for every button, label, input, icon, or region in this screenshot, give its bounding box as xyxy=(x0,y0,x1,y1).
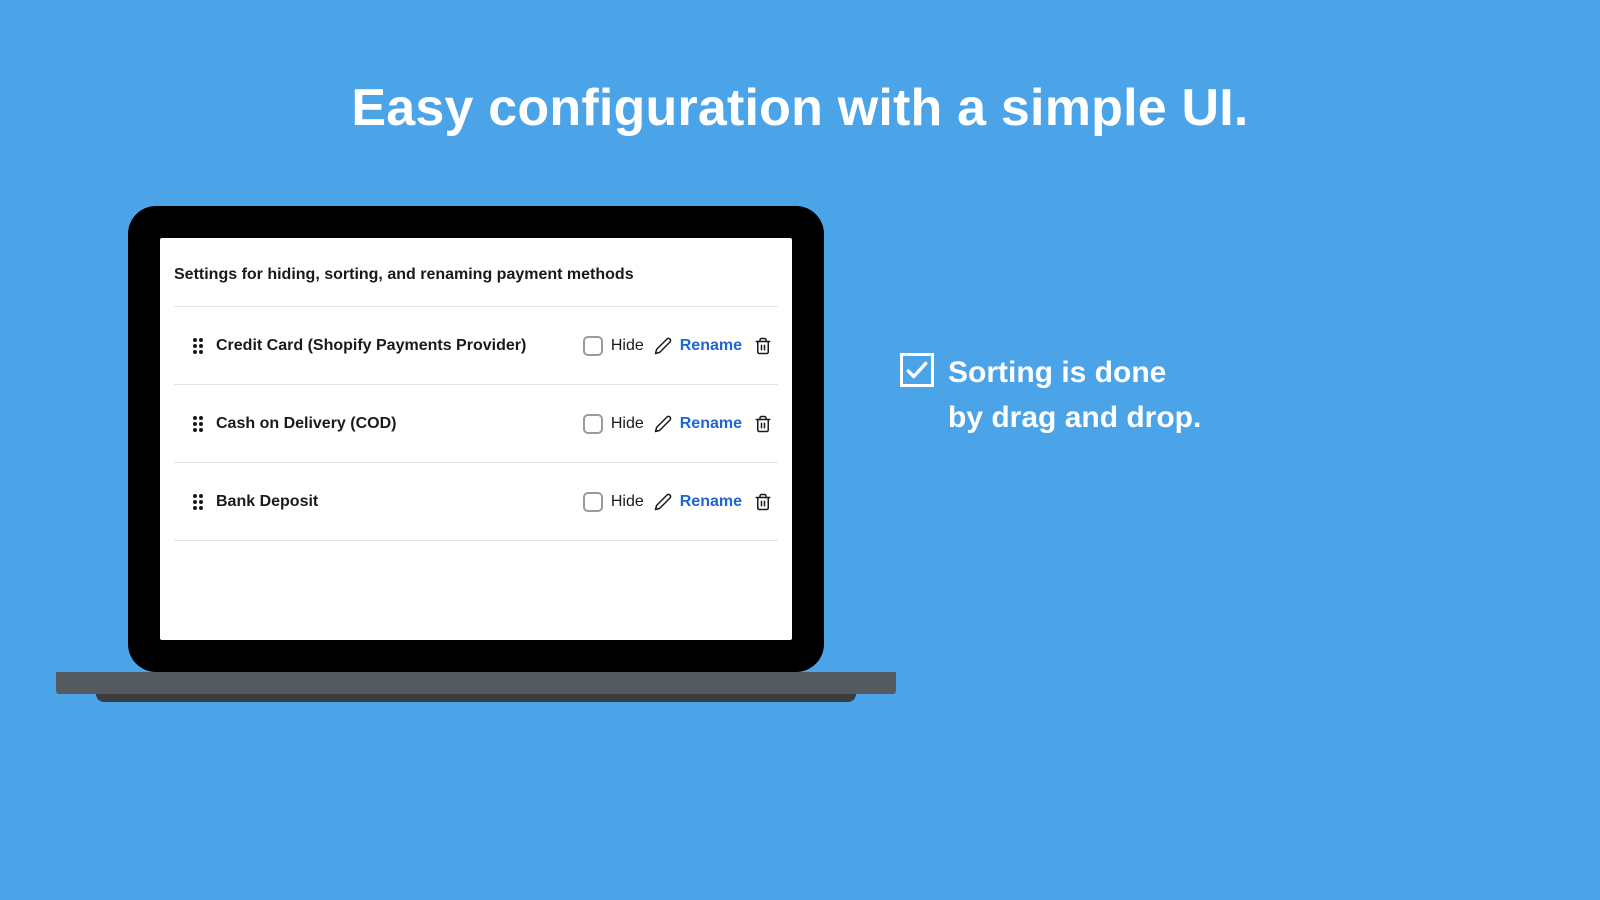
hide-checkbox[interactable] xyxy=(583,336,603,356)
drag-handle-icon[interactable] xyxy=(188,337,208,355)
payment-method-row: Cash on Delivery (COD) Hide Rename xyxy=(174,385,778,463)
trash-icon[interactable] xyxy=(754,337,772,355)
hide-label: Hide xyxy=(611,337,644,355)
payment-method-name: Bank Deposit xyxy=(216,493,583,511)
hide-label: Hide xyxy=(611,493,644,511)
pencil-icon[interactable] xyxy=(654,493,672,511)
callout-line2: by drag and drop. xyxy=(948,395,1201,440)
trash-icon[interactable] xyxy=(754,415,772,433)
rename-link[interactable]: Rename xyxy=(680,493,742,511)
row-actions: Hide Rename xyxy=(583,336,776,356)
payment-method-row: Bank Deposit Hide Rename xyxy=(174,463,778,541)
feature-callout: Sorting is done by drag and drop. xyxy=(900,350,1201,440)
payment-method-row: Credit Card (Shopify Payments Provider) … xyxy=(174,307,778,385)
row-actions: Hide Rename xyxy=(583,414,776,434)
page-headline: Easy configuration with a simple UI. xyxy=(0,78,1600,138)
hide-checkbox[interactable] xyxy=(583,492,603,512)
hide-label: Hide xyxy=(611,415,644,433)
payment-method-name: Cash on Delivery (COD) xyxy=(216,415,583,433)
row-actions: Hide Rename xyxy=(583,492,776,512)
panel-title: Settings for hiding, sorting, and renami… xyxy=(174,238,778,306)
pencil-icon[interactable] xyxy=(654,415,672,433)
drag-handle-icon[interactable] xyxy=(188,415,208,433)
hide-checkbox[interactable] xyxy=(583,414,603,434)
laptop-base xyxy=(56,672,896,694)
trash-icon[interactable] xyxy=(754,493,772,511)
laptop-mockup: Settings for hiding, sorting, and renami… xyxy=(128,206,824,702)
app-screen: Settings for hiding, sorting, and renami… xyxy=(160,238,792,640)
checkbox-checked-icon xyxy=(900,353,934,387)
pencil-icon[interactable] xyxy=(654,337,672,355)
laptop-foot xyxy=(96,694,856,702)
callout-line1: Sorting is done xyxy=(948,350,1201,395)
payment-method-name: Credit Card (Shopify Payments Provider) xyxy=(216,337,583,355)
drag-handle-icon[interactable] xyxy=(188,493,208,511)
rename-link[interactable]: Rename xyxy=(680,337,742,355)
laptop-bezel: Settings for hiding, sorting, and renami… xyxy=(128,206,824,672)
callout-text: Sorting is done by drag and drop. xyxy=(948,350,1201,440)
rename-link[interactable]: Rename xyxy=(680,415,742,433)
